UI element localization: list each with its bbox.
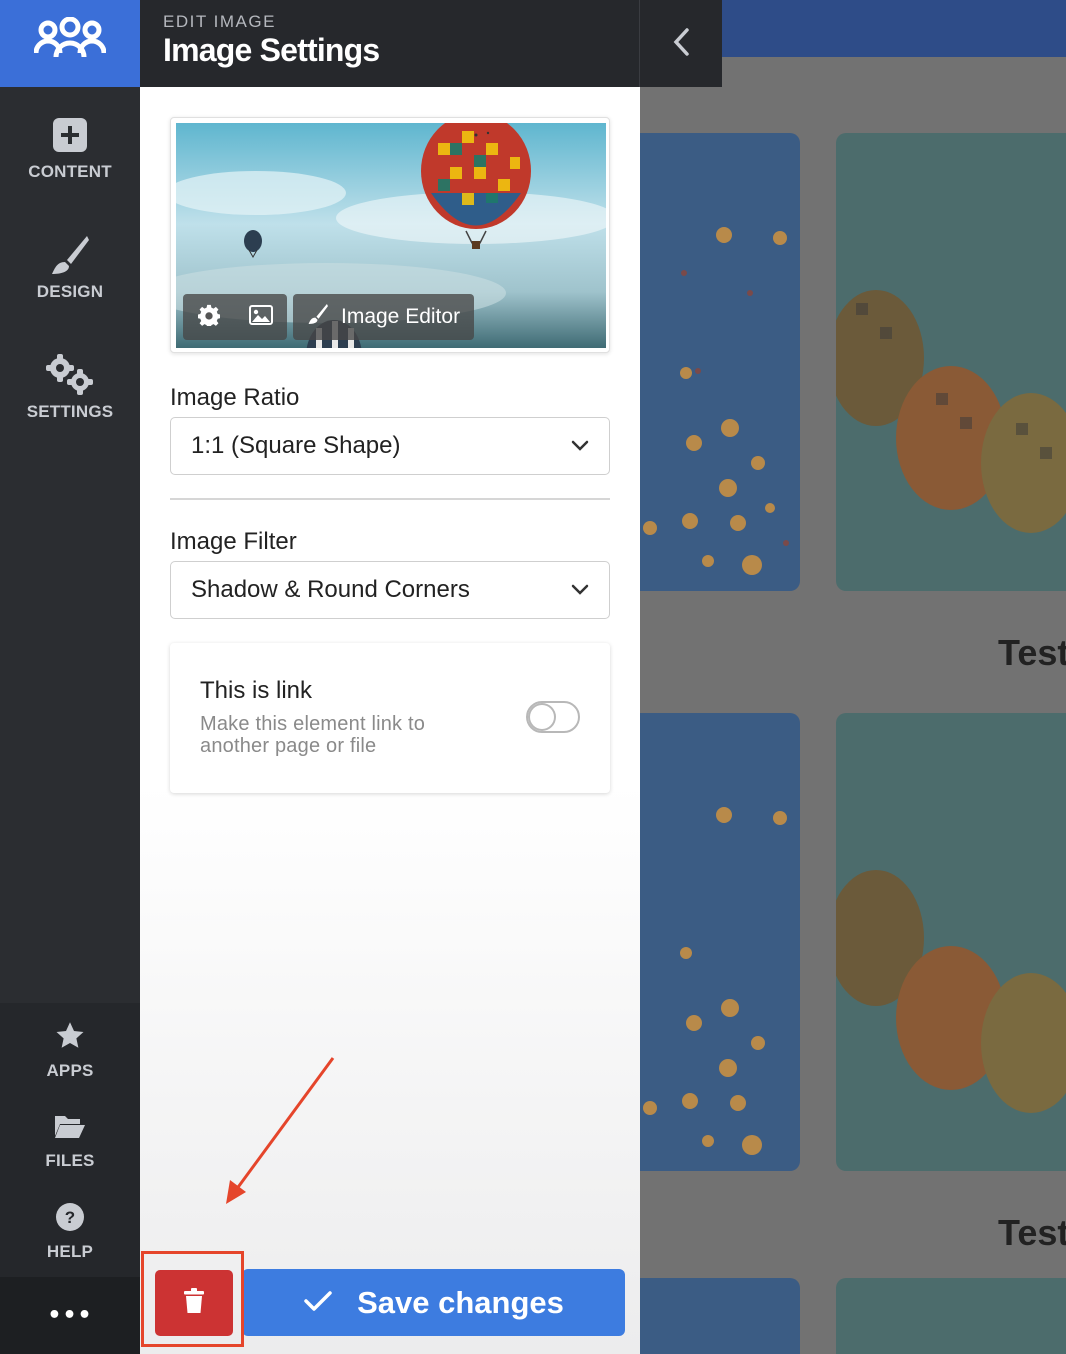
section-divider xyxy=(170,498,610,500)
app-logo[interactable] xyxy=(0,0,140,87)
image-editor-label: Image Editor xyxy=(341,305,461,328)
replace-image-button[interactable] xyxy=(235,294,287,340)
annotation-highlight-box xyxy=(141,1251,244,1347)
more-menu-button[interactable]: ••• xyxy=(0,1277,140,1354)
collapse-panel-button[interactable] xyxy=(640,0,722,87)
image-filter-value: Shadow & Round Corners xyxy=(191,576,470,603)
preview-image-tile xyxy=(640,713,800,1171)
rail-item-files[interactable]: FILES xyxy=(0,1105,140,1185)
image-settings-button[interactable] xyxy=(183,294,235,340)
rail-item-label: SETTINGS xyxy=(26,402,114,421)
link-settings-card: This is link Make this element link to a… xyxy=(170,643,610,793)
image-preview[interactable]: Image Editor xyxy=(176,123,606,348)
page-preview-canvas: Test Test xyxy=(640,0,1066,1354)
left-rail: CONTENT DESIGN SETTINGS APPS FILES ? HEL… xyxy=(0,0,140,1354)
image-ratio-select[interactable]: 1:1 (Square Shape) xyxy=(170,417,610,475)
image-filter-select[interactable]: Shadow & Round Corners xyxy=(170,561,610,619)
rail-item-label: APPS xyxy=(46,1061,94,1080)
rail-item-label: FILES xyxy=(45,1151,95,1170)
panel-header: EDIT IMAGE Image Settings xyxy=(140,0,722,87)
users-group-icon xyxy=(33,16,107,71)
gears-icon xyxy=(45,354,95,396)
rail-item-apps[interactable]: APPS xyxy=(0,1015,140,1095)
plus-square-icon xyxy=(52,114,88,156)
folder-open-icon xyxy=(54,1105,86,1147)
image-settings-panel: Image Editor Image Ratio 1:1 (Square Sha… xyxy=(140,87,640,1354)
preview-image-tile xyxy=(640,133,800,591)
link-toggle[interactable] xyxy=(526,701,580,733)
preview-image-tile xyxy=(836,713,1066,1171)
save-button-label: Save changes xyxy=(357,1284,564,1320)
image-ratio-value: 1:1 (Square Shape) xyxy=(191,432,401,459)
star-icon xyxy=(55,1015,85,1057)
chevron-left-icon xyxy=(672,27,690,61)
gear-icon xyxy=(197,304,221,330)
svg-text:?: ? xyxy=(65,1208,75,1227)
panel-kicker: EDIT IMAGE xyxy=(163,12,276,31)
link-title: This is link xyxy=(200,677,313,704)
rail-item-content[interactable]: CONTENT xyxy=(0,114,140,214)
preview-top-bar xyxy=(722,0,1066,57)
image-filter-label: Image Filter xyxy=(170,528,297,555)
rail-item-settings[interactable]: SETTINGS xyxy=(0,354,140,454)
preview-image-tile xyxy=(836,133,1066,591)
preview-caption: Test xyxy=(998,1212,1066,1253)
chevron-down-icon xyxy=(571,581,589,600)
chevron-down-icon xyxy=(571,437,589,456)
rail-item-label: CONTENT xyxy=(28,162,112,181)
image-ratio-label: Image Ratio xyxy=(170,384,300,411)
preview-caption: Test xyxy=(998,632,1066,673)
rail-item-label: HELP xyxy=(46,1242,94,1261)
rail-item-label: DESIGN xyxy=(36,282,104,301)
preview-image-tile xyxy=(836,1278,1066,1354)
image-icon xyxy=(249,305,273,329)
image-toolbar: Image Editor xyxy=(183,294,475,340)
page-title: Image Settings xyxy=(163,32,380,68)
preview-image-tile xyxy=(640,1278,800,1354)
save-button[interactable]: Save changes xyxy=(242,1269,625,1336)
image-editor-button[interactable]: Image Editor xyxy=(293,294,475,340)
rail-item-design[interactable]: DESIGN xyxy=(0,234,140,334)
rail-item-help[interactable]: ? HELP xyxy=(0,1196,140,1276)
paintbrush-icon xyxy=(307,303,329,331)
paintbrush-icon xyxy=(49,234,91,276)
check-icon xyxy=(303,1290,333,1316)
image-preview-card: Image Editor xyxy=(170,117,610,353)
toggle-knob xyxy=(530,705,554,729)
image-toolbar-group xyxy=(183,294,287,340)
link-description: Make this element link to another page o… xyxy=(200,713,426,757)
question-circle-icon: ? xyxy=(55,1196,85,1238)
